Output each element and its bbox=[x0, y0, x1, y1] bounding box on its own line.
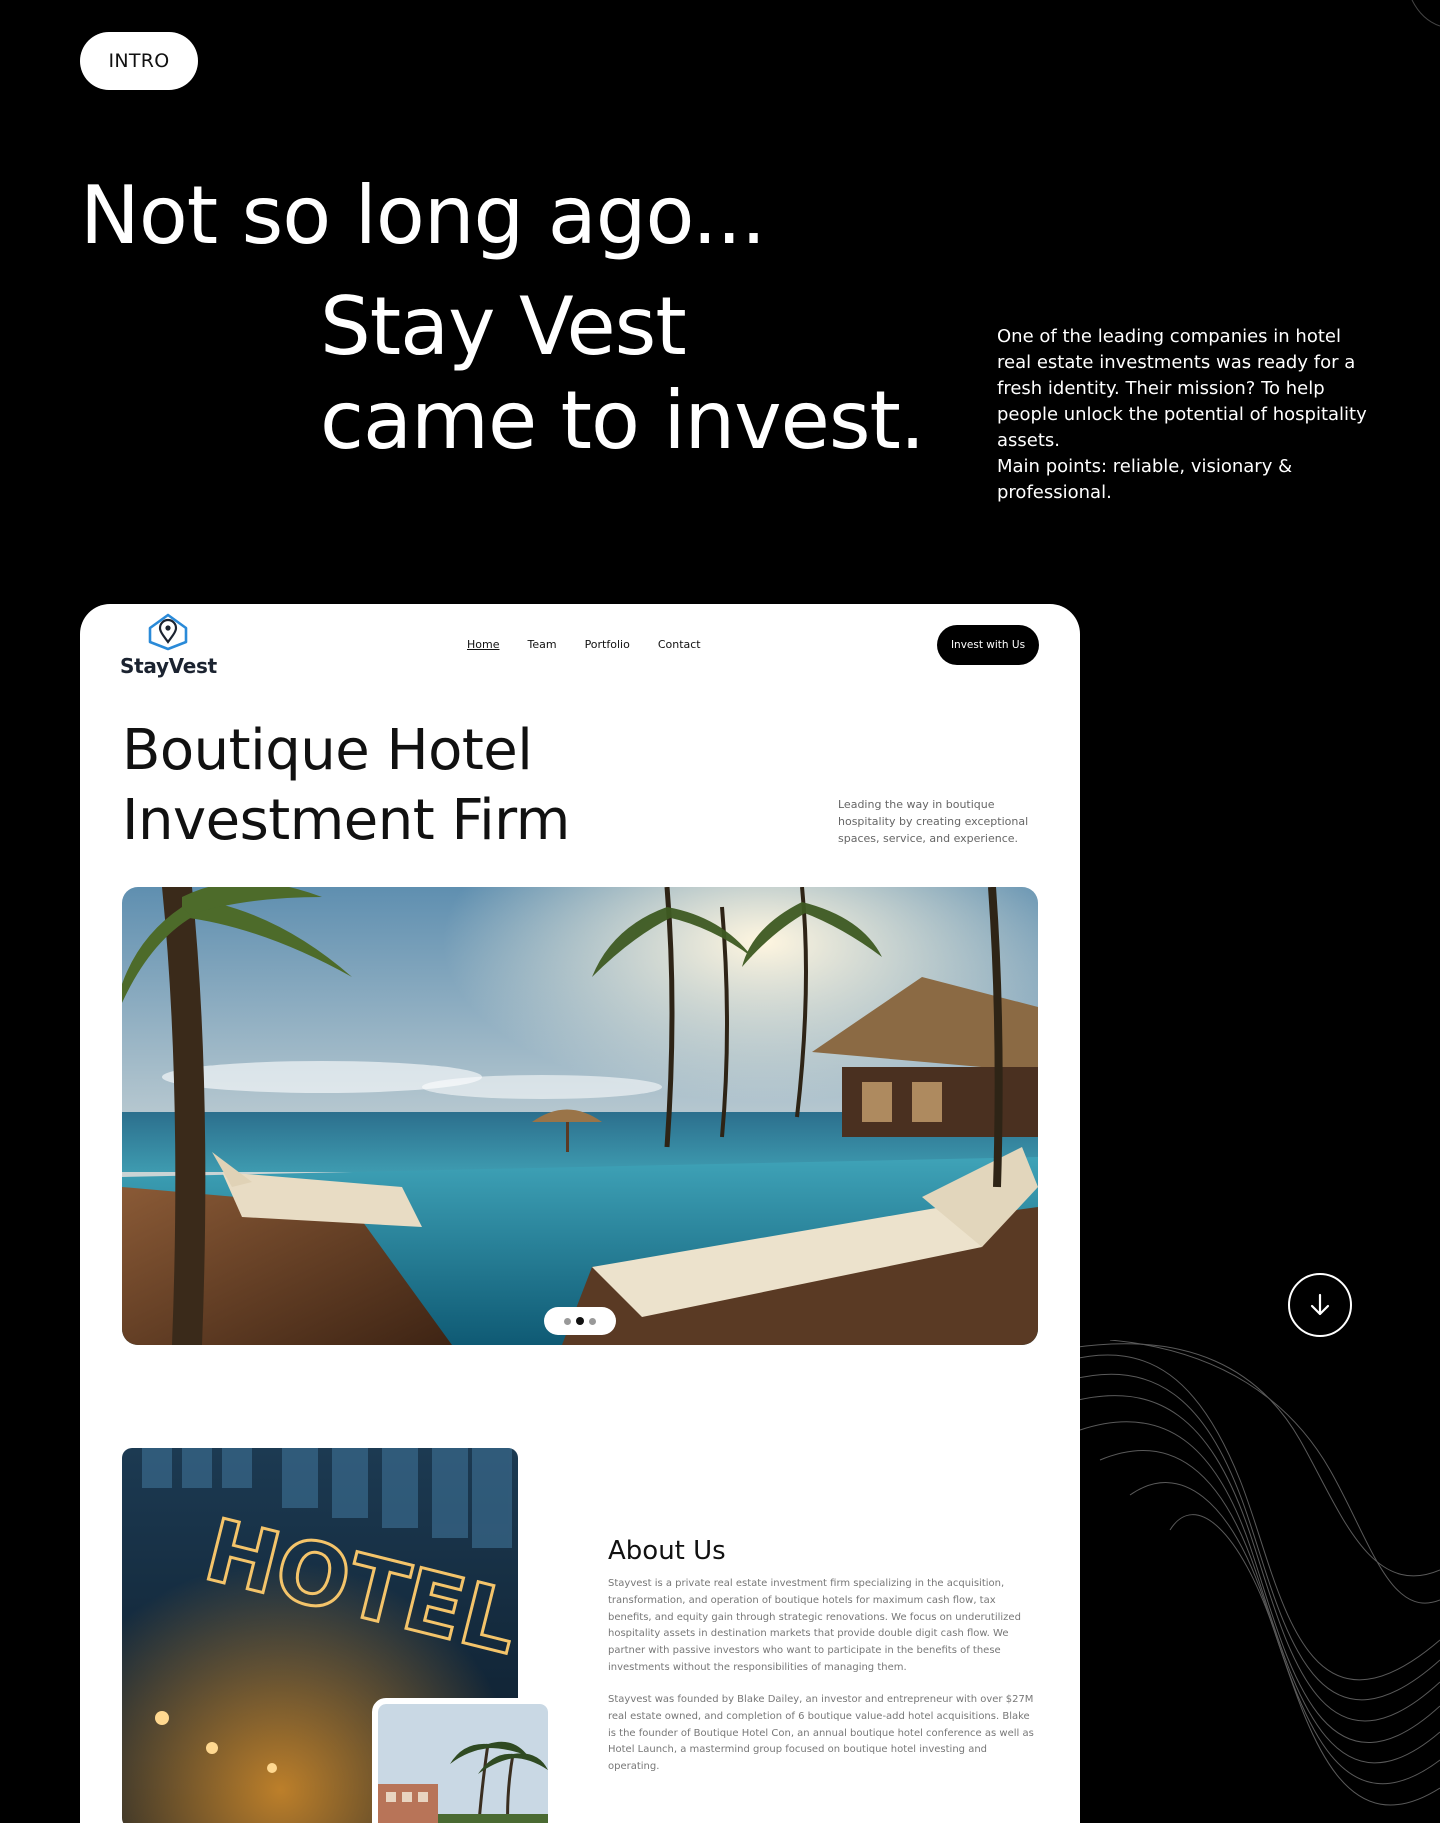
arrow-down-icon bbox=[1310, 1293, 1330, 1316]
logo-text: StayVest bbox=[120, 654, 217, 678]
nav-team[interactable]: Team bbox=[527, 638, 556, 651]
carousel-dot-active[interactable] bbox=[576, 1317, 584, 1325]
about-paragraph-2: Stayvest was founded by Blake Dailey, an… bbox=[608, 1694, 1034, 1773]
carousel-dots[interactable] bbox=[544, 1307, 616, 1335]
about-paragraph-1: Stayvest is a private real estate invest… bbox=[608, 1578, 1021, 1673]
headline-line1: Not so long ago... bbox=[80, 169, 766, 262]
corner-line-decoration bbox=[1411, 0, 1440, 27]
nav-contact[interactable]: Contact bbox=[658, 638, 701, 651]
headline-stayvest: Stay Vest came to invest. bbox=[320, 280, 925, 468]
nav-home[interactable]: Home bbox=[467, 638, 499, 651]
mission-text: One of the leading companies in hotel re… bbox=[997, 326, 1367, 451]
main-nav: Home Team Portfolio Contact bbox=[467, 638, 701, 651]
invest-with-us-button[interactable]: Invest with Us bbox=[937, 625, 1039, 665]
website-mockup: StayVest Home Team Portfolio Contact Inv… bbox=[80, 604, 1080, 1823]
house-pin-logo-icon bbox=[148, 613, 188, 651]
carousel-dot[interactable] bbox=[564, 1317, 571, 1325]
hero-title-line2: Investment Firm bbox=[122, 788, 570, 853]
mission-points: Main points: reliable, visionary & profe… bbox=[997, 456, 1293, 503]
palm-resort-thumbnail bbox=[372, 1698, 554, 1823]
hero-title-line1: Boutique Hotel bbox=[122, 718, 533, 783]
nav-portfolio[interactable]: Portfolio bbox=[585, 638, 630, 651]
headline-line3: came to invest. bbox=[320, 374, 925, 467]
wave-lines-decoration bbox=[1070, 1340, 1440, 1806]
scroll-down-button[interactable] bbox=[1288, 1273, 1352, 1337]
hero-title: Boutique Hotel Investment Firm bbox=[122, 716, 570, 856]
headline-line2: Stay Vest bbox=[320, 280, 687, 373]
carousel-dot[interactable] bbox=[589, 1317, 596, 1325]
stayvest-logo[interactable]: StayVest bbox=[120, 612, 217, 678]
intro-tag[interactable]: INTRO bbox=[80, 32, 198, 90]
mission-description: One of the leading companies in hotel re… bbox=[997, 324, 1377, 506]
hero-subtitle: Leading the way in boutique hospitality … bbox=[838, 798, 1029, 845]
hero-resort-image bbox=[122, 887, 1038, 1345]
about-us-title: About Us bbox=[608, 1536, 726, 1566]
